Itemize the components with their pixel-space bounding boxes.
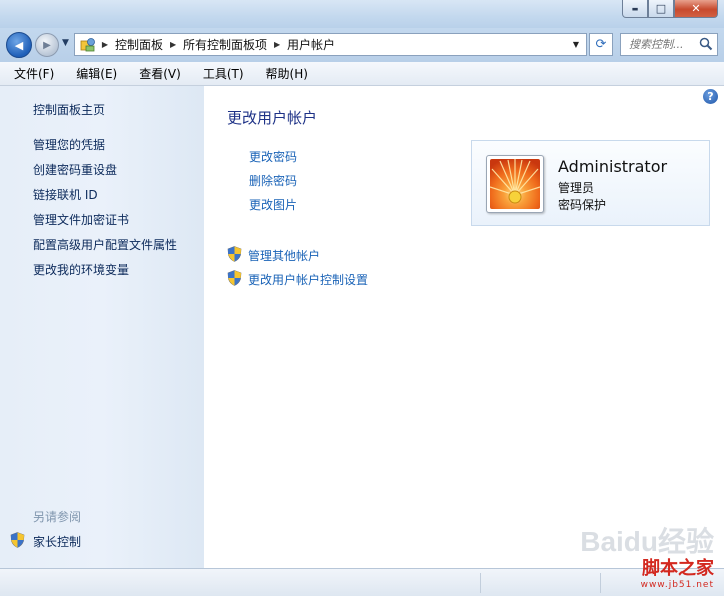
minimize-icon: ▬: [631, 4, 639, 13]
address-dropdown-icon[interactable]: ▼: [569, 34, 583, 55]
see-also-heading: 另请参阅: [33, 510, 82, 524]
search-icon[interactable]: [699, 37, 713, 54]
breadcrumb-user-accounts[interactable]: 用户帐户: [284, 36, 338, 53]
breadcrumb-separator-icon[interactable]: ▶: [98, 40, 112, 49]
breadcrumb-control-panel[interactable]: 控制面板: [112, 36, 166, 53]
password-status: 密码保护: [558, 198, 607, 212]
manage-other-accounts-link[interactable]: 管理其他帐户: [227, 246, 320, 265]
title-bar: ▬ □ ✕: [0, 0, 724, 28]
search-input[interactable]: [621, 34, 705, 55]
breadcrumb-all-items[interactable]: 所有控制面板项: [180, 36, 270, 53]
user-role: 管理员: [558, 181, 595, 195]
menu-help[interactable]: 帮助(H): [258, 65, 316, 82]
remove-password-link[interactable]: 删除密码: [249, 172, 297, 189]
window-controls: ▬ □ ✕: [622, 0, 718, 20]
sidebar-item-control-panel-home[interactable]: 控制面板主页: [33, 101, 105, 118]
minimize-button[interactable]: ▬: [622, 0, 648, 18]
sidebar-item-environment-variables[interactable]: 更改我的环境变量: [33, 261, 129, 278]
sidebar-item-password-reset-disk[interactable]: 创建密码重设盘: [33, 161, 117, 178]
menu-tools[interactable]: 工具(T): [195, 65, 252, 82]
breadcrumb-separator-icon[interactable]: ▶: [270, 40, 284, 49]
status-divider: [600, 573, 601, 593]
refresh-button[interactable]: ⟳: [589, 33, 613, 56]
change-picture-link[interactable]: 更改图片: [249, 196, 297, 213]
maximize-icon: □: [655, 2, 667, 15]
status-divider: [480, 573, 481, 593]
page-title: 更改用户帐户: [227, 109, 318, 127]
parental-controls-label: 家长控制: [33, 535, 82, 549]
sidebar-item-link-online-id[interactable]: 链接联机 ID: [33, 186, 98, 203]
breadcrumb-separator-icon[interactable]: ▶: [166, 40, 180, 49]
sidebar-item-encryption-certificates[interactable]: 管理文件加密证书: [33, 211, 129, 228]
maximize-button[interactable]: □: [648, 0, 674, 18]
user-account-card: Administrator 管理员 密码保护: [471, 140, 710, 226]
menu-bar: 文件(F) 编辑(E) 查看(V) 工具(T) 帮助(H): [0, 62, 724, 86]
sidebar-item-profile-properties[interactable]: 配置高级用户配置文件属性: [33, 236, 177, 253]
forward-arrow-icon: ▶: [43, 39, 51, 51]
uac-shield-icon: [227, 246, 242, 265]
control-panel-icon: [78, 37, 98, 53]
flower-picture-icon: [490, 159, 540, 209]
help-icon[interactable]: ?: [703, 89, 718, 104]
menu-view[interactable]: 查看(V): [131, 65, 189, 82]
sidebar: 控制面板主页 管理您的凭据 创建密码重设盘 链接联机 ID 管理文件加密证书 配…: [0, 86, 204, 568]
forward-button[interactable]: ▶: [35, 33, 59, 57]
refresh-icon: ⟳: [595, 37, 607, 52]
search-box[interactable]: [620, 33, 718, 56]
navigation-bar: ◀ ▶ ▼ ▶ 控制面板 ▶ 所有控制面板项 ▶ 用户帐户 ▼ ⟳: [0, 28, 724, 62]
back-button[interactable]: ◀: [6, 32, 32, 58]
manage-other-accounts-label: 管理其他帐户: [248, 249, 321, 263]
uac-settings-label: 更改用户帐户控制设置: [248, 273, 369, 287]
sidebar-item-manage-credentials[interactable]: 管理您的凭据: [33, 136, 105, 153]
menu-file[interactable]: 文件(F): [6, 65, 62, 82]
uac-settings-link[interactable]: 更改用户帐户控制设置: [227, 270, 368, 289]
uac-shield-icon: [10, 532, 25, 551]
address-bar[interactable]: ▶ 控制面板 ▶ 所有控制面板项 ▶ 用户帐户 ▼: [74, 33, 587, 56]
back-arrow-icon: ◀: [14, 38, 24, 52]
user-name: Administrator: [558, 157, 668, 176]
sidebar-item-parental-controls[interactable]: 家长控制: [10, 532, 81, 551]
uac-shield-icon: [227, 270, 242, 289]
status-bar: [0, 568, 724, 596]
main-content: ? 更改用户帐户 更改密码 删除密码 更改图片 管理其他帐户 更改用户帐户控制设…: [204, 86, 724, 568]
avatar: [486, 155, 544, 213]
recent-pages-dropdown[interactable]: ▼: [62, 38, 69, 48]
menu-edit[interactable]: 编辑(E): [68, 65, 125, 82]
close-icon: ✕: [691, 2, 701, 15]
change-password-link[interactable]: 更改密码: [249, 148, 297, 165]
close-button[interactable]: ✕: [674, 0, 718, 18]
